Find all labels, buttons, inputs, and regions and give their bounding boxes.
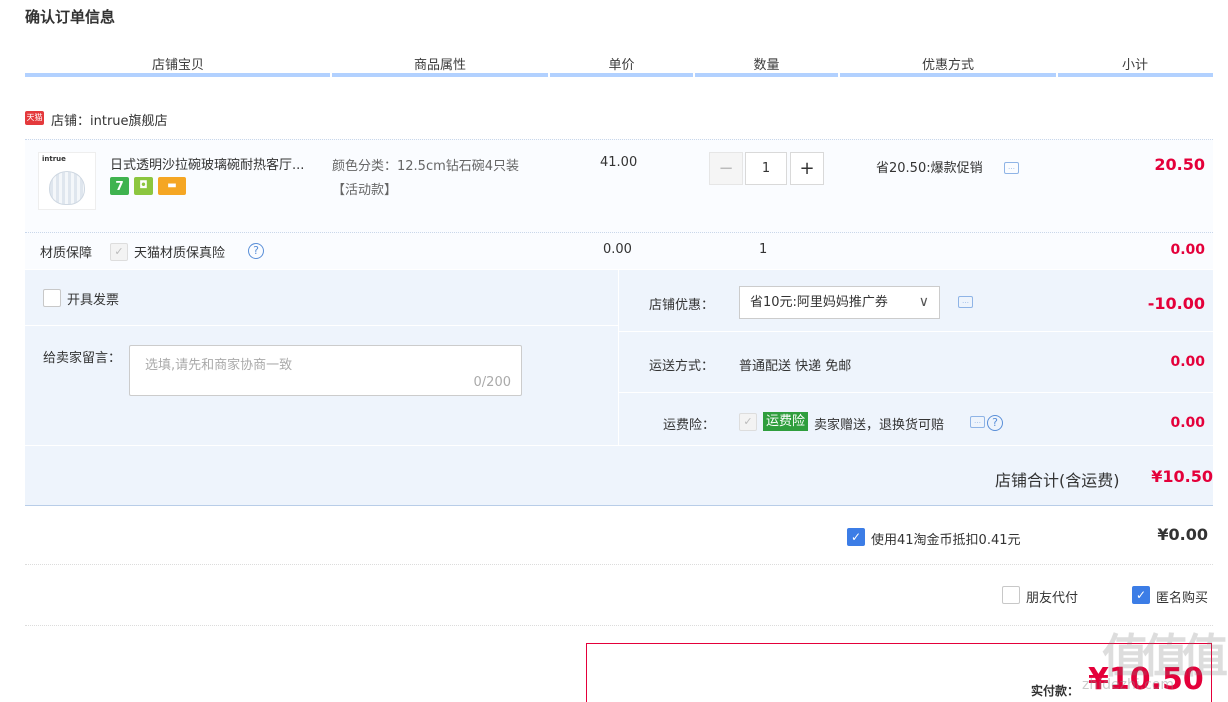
- insurance-label: 运费险：: [663, 418, 716, 433]
- col-header-promo: 优惠方式: [921, 58, 974, 73]
- guarantee-qty: 1: [759, 242, 768, 257]
- header-underline: [550, 73, 693, 77]
- page-title: 确认订单信息: [25, 8, 116, 26]
- invoice-label: 开具发票: [67, 293, 120, 308]
- help-icon[interactable]: ?: [248, 243, 264, 259]
- qty-decrease-button[interactable]: −: [709, 152, 743, 185]
- col-header-item: 店铺宝贝: [151, 58, 204, 73]
- bowl-image: [49, 171, 85, 205]
- message-counter: 0/200: [473, 375, 511, 390]
- coins-amount: ¥0.00: [1157, 525, 1208, 544]
- guarantee-label: 材质保障: [40, 246, 93, 261]
- header-underline: [25, 73, 330, 77]
- anonymous-checkbox[interactable]: ✓: [1132, 586, 1150, 604]
- panel-divider: [25, 445, 1213, 446]
- watermark-site: zhidezhi.com: [1082, 677, 1175, 693]
- panel-divider: [619, 331, 1213, 332]
- col-header-attr: 商品属性: [413, 58, 466, 73]
- message-label: 给卖家留言：: [43, 351, 122, 366]
- panel-divider: [619, 392, 1213, 393]
- invoice-checkbox[interactable]: [43, 289, 61, 307]
- shop-discount-value: 省10元:阿里妈妈推广券: [750, 295, 888, 310]
- unit-price: 41.00: [600, 155, 638, 170]
- pay-label: 实付款：: [1031, 684, 1080, 698]
- shop-discount-select[interactable]: 省10元:阿里妈妈推广券 ∨: [739, 286, 940, 319]
- shop-discount-amount: -10.00: [1147, 294, 1205, 313]
- message-placeholder: 选填,请先和商家协商一致: [145, 358, 293, 373]
- help-icon[interactable]: ?: [987, 415, 1003, 431]
- header-underline: [695, 73, 838, 77]
- discount-chat-icon[interactable]: …: [958, 296, 973, 308]
- guarantee-checkbox[interactable]: ✓: [110, 243, 128, 261]
- product-name-link[interactable]: 日式透明沙拉碗玻璃碗耐热客厅...: [110, 154, 304, 173]
- insurance-tag: 运费险: [763, 412, 809, 431]
- header-underline: [332, 73, 548, 77]
- promo-text: 省20.50:爆款促销: [876, 161, 983, 176]
- insurance-checkbox[interactable]: ✓: [739, 413, 757, 431]
- item-subtotal: 20.50: [1154, 155, 1205, 174]
- col-header-price: 单价: [608, 58, 635, 73]
- shop-total-amount: ¥10.50: [1151, 467, 1213, 486]
- tmall-icon: 天猫: [25, 111, 44, 125]
- anonymous-label: 匿名购买: [1156, 591, 1209, 606]
- promo-chat-icon[interactable]: …: [1004, 162, 1019, 174]
- guarantee-price: 0.00: [603, 242, 632, 257]
- qty-input[interactable]: 1: [745, 152, 787, 185]
- shop-name-link[interactable]: 店铺：intrue旗舰店: [51, 110, 168, 129]
- credit-card-icon[interactable]: ▬: [158, 177, 186, 195]
- qty-increase-button[interactable]: +: [790, 152, 824, 185]
- panel-divider: [618, 270, 619, 445]
- header-underline: [1058, 73, 1213, 77]
- coins-label: 使用41淘金币抵扣0.41元: [871, 533, 1021, 548]
- shipping-label: 运送方式：: [649, 359, 715, 374]
- insurance-amount: 0.00: [1170, 415, 1205, 431]
- row-divider: [25, 625, 1213, 626]
- seller-message-input[interactable]: 选填,请先和商家协商一致 0/200: [129, 345, 522, 396]
- guarantee-subtotal: 0.00: [1170, 242, 1205, 258]
- chevron-down-icon: ∨: [918, 294, 929, 310]
- shipping-amount: 0.00: [1170, 354, 1205, 370]
- shop-discount-label: 店铺优惠：: [649, 298, 715, 313]
- row-divider: [25, 232, 1213, 233]
- col-header-qty: 数量: [753, 58, 780, 73]
- row-divider: [25, 564, 1213, 565]
- shipping-value: 普通配送 快递 免邮: [739, 359, 852, 374]
- friend-pay-checkbox[interactable]: [1002, 586, 1020, 604]
- guarantee-icon[interactable]: ◘: [134, 177, 153, 195]
- panel-divider: [25, 325, 618, 326]
- coins-checkbox[interactable]: ✓: [847, 528, 865, 546]
- shop-total-label: 店铺合计(含运费): [995, 471, 1120, 490]
- friend-pay-label: 朋友代付: [1026, 591, 1079, 606]
- col-header-subtotal: 小计: [1121, 58, 1148, 73]
- seven-day-return-icon[interactable]: 7: [110, 177, 129, 195]
- insurance-chat-icon[interactable]: …: [970, 416, 985, 428]
- product-thumbnail[interactable]: intrue: [38, 152, 96, 210]
- guarantee-option: 天猫材质保真险: [134, 246, 226, 261]
- insurance-text: 卖家赠送，退换货可赔: [814, 418, 945, 433]
- product-attr-tag: 【活动款】: [332, 183, 398, 198]
- thumbnail-brand: intrue: [42, 155, 66, 163]
- header-underline: [840, 73, 1056, 77]
- product-attr: 颜色分类：12.5cm钻石碗4只装: [332, 159, 520, 174]
